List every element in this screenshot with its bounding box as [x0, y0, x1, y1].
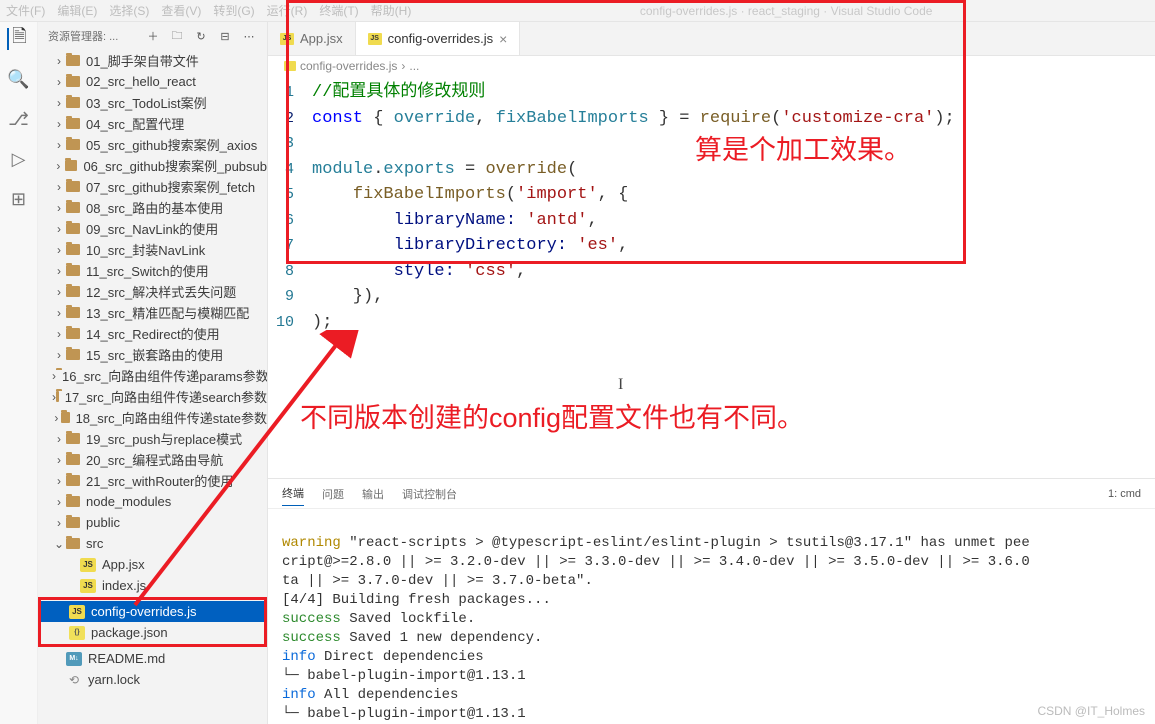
folder-item[interactable]: ›20_src_编程式路由导航: [38, 449, 267, 470]
refresh-icon[interactable]: ↻: [193, 28, 209, 44]
activity-bar: 🗎 🔍 ⎇ ▷ ⊞: [0, 22, 38, 724]
menu-goto[interactable]: 转到(G): [213, 2, 254, 19]
tab-config-overrides[interactable]: JS config-overrides.js ×: [356, 22, 521, 55]
jsx-icon: JS: [280, 33, 294, 45]
source-control-icon[interactable]: ⎇: [8, 108, 30, 130]
folder-item[interactable]: ›node_modules: [38, 491, 267, 512]
new-file-icon[interactable]: ＋: [145, 28, 161, 44]
file-item[interactable]: ⟲yarn.lock: [38, 669, 267, 690]
panel-tab-debug[interactable]: 调试控制台: [402, 482, 457, 506]
code-editor[interactable]: 1//配置具体的修改规则 2const { override, fixBabel…: [268, 76, 1155, 478]
folder-item[interactable]: ›18_src_向路由组件传递state参数: [38, 407, 267, 428]
close-icon[interactable]: ×: [499, 31, 507, 47]
folder-src[interactable]: ⌄src: [38, 533, 267, 554]
file-item[interactable]: {}package.json: [41, 622, 264, 643]
sidebar-header: 资源管理器: ... ＋ 🗀 ↻ ⊟ ⋯: [38, 22, 267, 50]
panel-tab-problems[interactable]: 问题: [322, 482, 344, 506]
file-item[interactable]: JSindex.js: [38, 575, 267, 596]
breadcrumb[interactable]: config-overrides.js › ...: [268, 56, 1155, 76]
menu-terminal[interactable]: 终端(T): [319, 2, 358, 19]
folder-item[interactable]: ›02_src_hello_react: [38, 71, 267, 92]
file-tree: ›01_脚手架自带文件›02_src_hello_react›03_src_To…: [38, 50, 267, 724]
folder-item[interactable]: ›05_src_github搜索案例_axios: [38, 134, 267, 155]
folder-item[interactable]: ›08_src_路由的基本使用: [38, 197, 267, 218]
annotation-box-sidebar: JSconfig-overrides.js{}package.json: [38, 597, 267, 647]
folder-item[interactable]: ›14_src_Redirect的使用: [38, 323, 267, 344]
folder-item[interactable]: ›11_src_Switch的使用: [38, 260, 267, 281]
tab-app-jsx[interactable]: JS App.jsx: [268, 22, 356, 55]
new-folder-icon[interactable]: 🗀: [169, 28, 185, 44]
folder-item[interactable]: ›17_src_向路由组件传递search参数: [38, 386, 267, 407]
folder-item[interactable]: ›06_src_github搜索案例_pubsub: [38, 155, 267, 176]
search-icon[interactable]: 🔍: [8, 68, 30, 90]
panel-tab-terminal[interactable]: 终端: [282, 481, 304, 506]
terminal-output[interactable]: warning "react-scripts > @typescript-esl…: [268, 509, 1155, 724]
extensions-icon[interactable]: ⊞: [8, 188, 30, 210]
bottom-panel: 终端 问题 输出 调试控制台 1: cmd warning "react-scr…: [268, 478, 1155, 724]
js-icon: JS: [368, 33, 382, 45]
menu-run[interactable]: 运行(R): [267, 2, 308, 19]
editor-tabs: JS App.jsx JS config-overrides.js ×: [268, 22, 1155, 56]
terminal-selector[interactable]: 1: cmd: [1108, 488, 1141, 500]
folder-item[interactable]: ›21_src_withRouter的使用: [38, 470, 267, 491]
panel-tab-output[interactable]: 输出: [362, 482, 384, 506]
file-item[interactable]: M↓README.md: [38, 648, 267, 669]
menu-select[interactable]: 选择(S): [109, 2, 149, 19]
menu-bar: 文件(F) 编辑(E) 选择(S) 查看(V) 转到(G) 运行(R) 终端(T…: [0, 0, 1155, 22]
folder-item[interactable]: ›07_src_github搜索案例_fetch: [38, 176, 267, 197]
collapse-icon[interactable]: ⊟: [217, 28, 233, 44]
explorer-icon[interactable]: 🗎: [7, 28, 29, 50]
folder-item[interactable]: ›10_src_封装NavLink: [38, 239, 267, 260]
menu-file[interactable]: 文件(F): [6, 2, 45, 19]
watermark: CSDN @IT_Holmes: [1037, 704, 1145, 718]
folder-item[interactable]: ›16_src_向路由组件传递params参数: [38, 365, 267, 386]
menu-view[interactable]: 查看(V): [161, 2, 201, 19]
panel-tabs: 终端 问题 输出 调试控制台 1: cmd: [268, 479, 1155, 509]
js-icon: [284, 61, 296, 71]
explorer-sidebar: 资源管理器: ... ＋ 🗀 ↻ ⊟ ⋯ ›01_脚手架自带文件›02_src_…: [38, 22, 268, 724]
folder-item[interactable]: ›12_src_解决样式丢失问题: [38, 281, 267, 302]
file-item[interactable]: JSApp.jsx: [38, 554, 267, 575]
folder-item[interactable]: ›01_脚手架自带文件: [38, 50, 267, 71]
folder-item[interactable]: ›04_src_配置代理: [38, 113, 267, 134]
sidebar-title: 资源管理器: ...: [48, 28, 137, 44]
menu-help[interactable]: 帮助(H): [371, 2, 412, 19]
folder-item[interactable]: ›13_src_精准匹配与模糊匹配: [38, 302, 267, 323]
folder-item[interactable]: ›03_src_TodoList案例: [38, 92, 267, 113]
more-icon[interactable]: ⋯: [241, 28, 257, 44]
folder-item[interactable]: ›19_src_push与replace模式: [38, 428, 267, 449]
folder-item[interactable]: ›15_src_嵌套路由的使用: [38, 344, 267, 365]
file-config-overrides[interactable]: JSconfig-overrides.js: [41, 601, 264, 622]
editor-area: JS App.jsx JS config-overrides.js × conf…: [268, 22, 1155, 724]
window-title: config-overrides.js · react_staging · Vi…: [640, 4, 933, 18]
run-debug-icon[interactable]: ▷: [8, 148, 30, 170]
folder-item[interactable]: ›public: [38, 512, 267, 533]
menu-edit[interactable]: 编辑(E): [57, 2, 97, 19]
text-cursor-icon: I: [618, 376, 623, 394]
folder-item[interactable]: ›09_src_NavLink的使用: [38, 218, 267, 239]
